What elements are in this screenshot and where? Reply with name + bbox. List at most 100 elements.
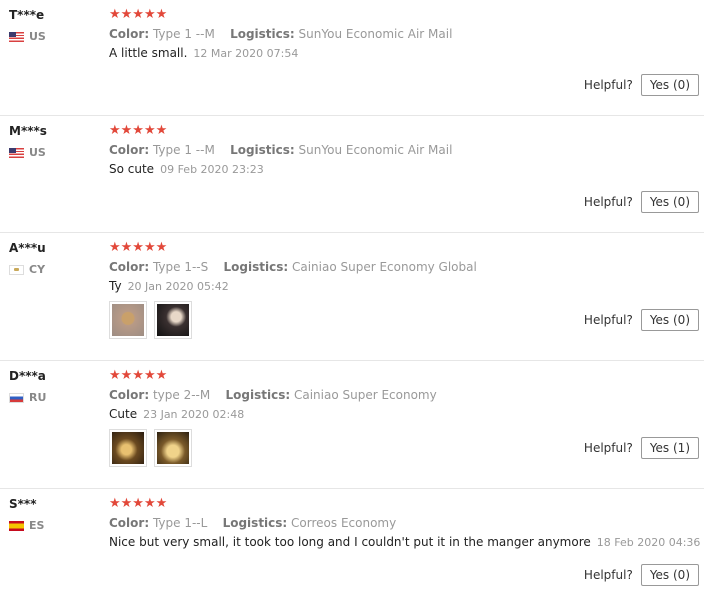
order-info: Color: Type 1 --M Logistics: SunYou Econ… bbox=[109, 27, 694, 41]
color-label: Color: bbox=[109, 388, 150, 402]
country-code: US bbox=[29, 30, 46, 43]
review-item: M***s US ★★★★★ Color: Type 1 --M Logisti… bbox=[0, 116, 704, 233]
helpful-label: Helpful? bbox=[583, 441, 633, 455]
reviewer-country: RU bbox=[9, 391, 99, 405]
helpful-section: Helpful? Yes (0) bbox=[584, 74, 699, 96]
helpful-yes-button[interactable]: Yes (1) bbox=[640, 437, 699, 459]
review-item: T***e US ★★★★★ Color: Type 1 --M Logisti… bbox=[0, 0, 704, 116]
review-text: A little small. bbox=[109, 46, 188, 60]
review-photo-thumbnail[interactable] bbox=[154, 429, 192, 467]
order-info: Color: type 2--M Logistics: Cainiao Supe… bbox=[109, 388, 694, 402]
logistics-label: Logistics: bbox=[222, 516, 288, 530]
review-item: S*** ES ★★★★★ Color: Type 1--L Logistics… bbox=[0, 489, 704, 595]
us-flag-icon bbox=[9, 148, 24, 158]
review-feedback: Cute 23 Jan 2020 02:48 bbox=[109, 407, 694, 422]
review-text: Cute bbox=[109, 407, 138, 421]
logistics-value: SunYou Economic Air Mail bbox=[298, 27, 453, 41]
color-value: Type 1 --M bbox=[152, 27, 215, 41]
color-value: type 2--M bbox=[152, 388, 211, 402]
logistics-value: Cainiao Super Economy Global bbox=[291, 260, 477, 274]
review-date: 09 Feb 2020 23:23 bbox=[160, 163, 264, 176]
order-info: Color: Type 1--L Logistics: Correos Econ… bbox=[109, 516, 694, 530]
logistics-value: SunYou Economic Air Mail bbox=[298, 143, 453, 157]
color-value: Type 1 --M bbox=[152, 143, 215, 157]
cy-flag-icon bbox=[9, 265, 24, 275]
review-text: Nice but very small, it took too long an… bbox=[109, 535, 591, 549]
reviewer-info: T***e US bbox=[9, 8, 99, 44]
review-feedback: A little small. 12 Mar 2020 07:54 bbox=[109, 46, 694, 61]
photo-image bbox=[112, 304, 144, 336]
logistics-label: Logistics: bbox=[230, 27, 295, 41]
review-body: ★★★★★ Color: Type 1 --M Logistics: SunYo… bbox=[109, 8, 694, 61]
logistics-value: Cainiao Super Economy bbox=[293, 388, 437, 402]
helpful-section: Helpful? Yes (1) bbox=[584, 437, 699, 459]
reviewer-name: T***e bbox=[9, 8, 45, 22]
star-rating: ★★★★★ bbox=[109, 368, 168, 383]
color-label: Color: bbox=[109, 143, 150, 157]
review-date: 23 Jan 2020 02:48 bbox=[143, 408, 245, 421]
review-body: ★★★★★ Color: Type 1--L Logistics: Correo… bbox=[109, 496, 700, 550]
logistics-label: Logistics: bbox=[225, 388, 291, 402]
color-label: Color: bbox=[109, 260, 150, 274]
reviewer-country: US bbox=[9, 30, 99, 44]
logistics-value: Correos Economy bbox=[291, 516, 397, 530]
order-info: Color: Type 1 --M Logistics: SunYou Econ… bbox=[109, 143, 694, 157]
logistics-label: Logistics: bbox=[223, 260, 289, 274]
reviewer-name: M***s bbox=[9, 124, 47, 138]
reviewer-name: D***a bbox=[9, 369, 46, 383]
review-body: ★★★★★ Color: Type 1 --M Logistics: SunYo… bbox=[109, 124, 694, 177]
review-text: Ty bbox=[109, 279, 122, 293]
review-item: A***u CY ★★★★★ Color: Type 1--S Logistic… bbox=[0, 233, 704, 361]
helpful-section: Helpful? Yes (0) bbox=[584, 309, 699, 331]
reviewer-country: US bbox=[9, 146, 99, 160]
photo-image bbox=[157, 304, 189, 336]
photo-image bbox=[112, 432, 144, 464]
helpful-yes-button[interactable]: Yes (0) bbox=[640, 191, 699, 213]
star-rating: ★★★★★ bbox=[109, 240, 168, 255]
review-date: 18 Feb 2020 04:36 bbox=[596, 536, 701, 549]
ru-flag-icon bbox=[9, 393, 24, 403]
helpful-section: Helpful? Yes (0) bbox=[584, 191, 699, 213]
es-flag-icon bbox=[9, 521, 24, 531]
helpful-yes-button[interactable]: Yes (0) bbox=[640, 564, 699, 586]
review-date: 20 Jan 2020 05:42 bbox=[127, 280, 229, 293]
review-photo-thumbnail[interactable] bbox=[154, 301, 192, 339]
review-date: 12 Mar 2020 07:54 bbox=[193, 47, 299, 60]
helpful-label: Helpful? bbox=[583, 313, 633, 327]
helpful-label: Helpful? bbox=[583, 78, 633, 92]
country-code: RU bbox=[29, 391, 47, 404]
review-feedback: Ty 20 Jan 2020 05:42 bbox=[109, 279, 694, 294]
reviewer-name: A***u bbox=[9, 241, 46, 255]
star-rating: ★★★★★ bbox=[109, 7, 168, 22]
reviewer-info: S*** ES bbox=[9, 497, 99, 533]
star-rating: ★★★★★ bbox=[109, 123, 168, 138]
reviewer-country: ES bbox=[9, 519, 99, 533]
review-photo-thumbnail[interactable] bbox=[109, 429, 147, 467]
logistics-label: Logistics: bbox=[230, 143, 295, 157]
helpful-label: Helpful? bbox=[583, 568, 633, 582]
country-code: ES bbox=[29, 519, 45, 532]
review-feedback: Nice but very small, it took too long an… bbox=[109, 535, 700, 550]
review-item: D***a RU ★★★★★ Color: type 2--M Logistic… bbox=[0, 361, 704, 489]
color-label: Color: bbox=[109, 27, 150, 41]
reviewer-country: CY bbox=[9, 263, 99, 277]
reviewer-info: D***a RU bbox=[9, 369, 99, 405]
star-rating: ★★★★★ bbox=[109, 496, 168, 511]
helpful-yes-button[interactable]: Yes (0) bbox=[640, 309, 699, 331]
helpful-yes-button[interactable]: Yes (0) bbox=[640, 74, 699, 96]
country-code: CY bbox=[29, 263, 46, 276]
color-value: Type 1--L bbox=[152, 516, 208, 530]
review-text: So cute bbox=[109, 162, 155, 176]
review-photo-thumbnail[interactable] bbox=[109, 301, 147, 339]
country-code: US bbox=[29, 146, 46, 159]
color-label: Color: bbox=[109, 516, 150, 530]
us-flag-icon bbox=[9, 32, 24, 42]
photo-image bbox=[157, 432, 189, 464]
order-info: Color: Type 1--S Logistics: Cainiao Supe… bbox=[109, 260, 694, 274]
helpful-section: Helpful? Yes (0) bbox=[584, 564, 699, 586]
reviewer-name: S*** bbox=[9, 497, 37, 511]
color-value: Type 1--S bbox=[152, 260, 209, 274]
reviewer-info: M***s US bbox=[9, 124, 99, 160]
helpful-label: Helpful? bbox=[583, 195, 633, 209]
reviewer-info: A***u CY bbox=[9, 241, 99, 277]
